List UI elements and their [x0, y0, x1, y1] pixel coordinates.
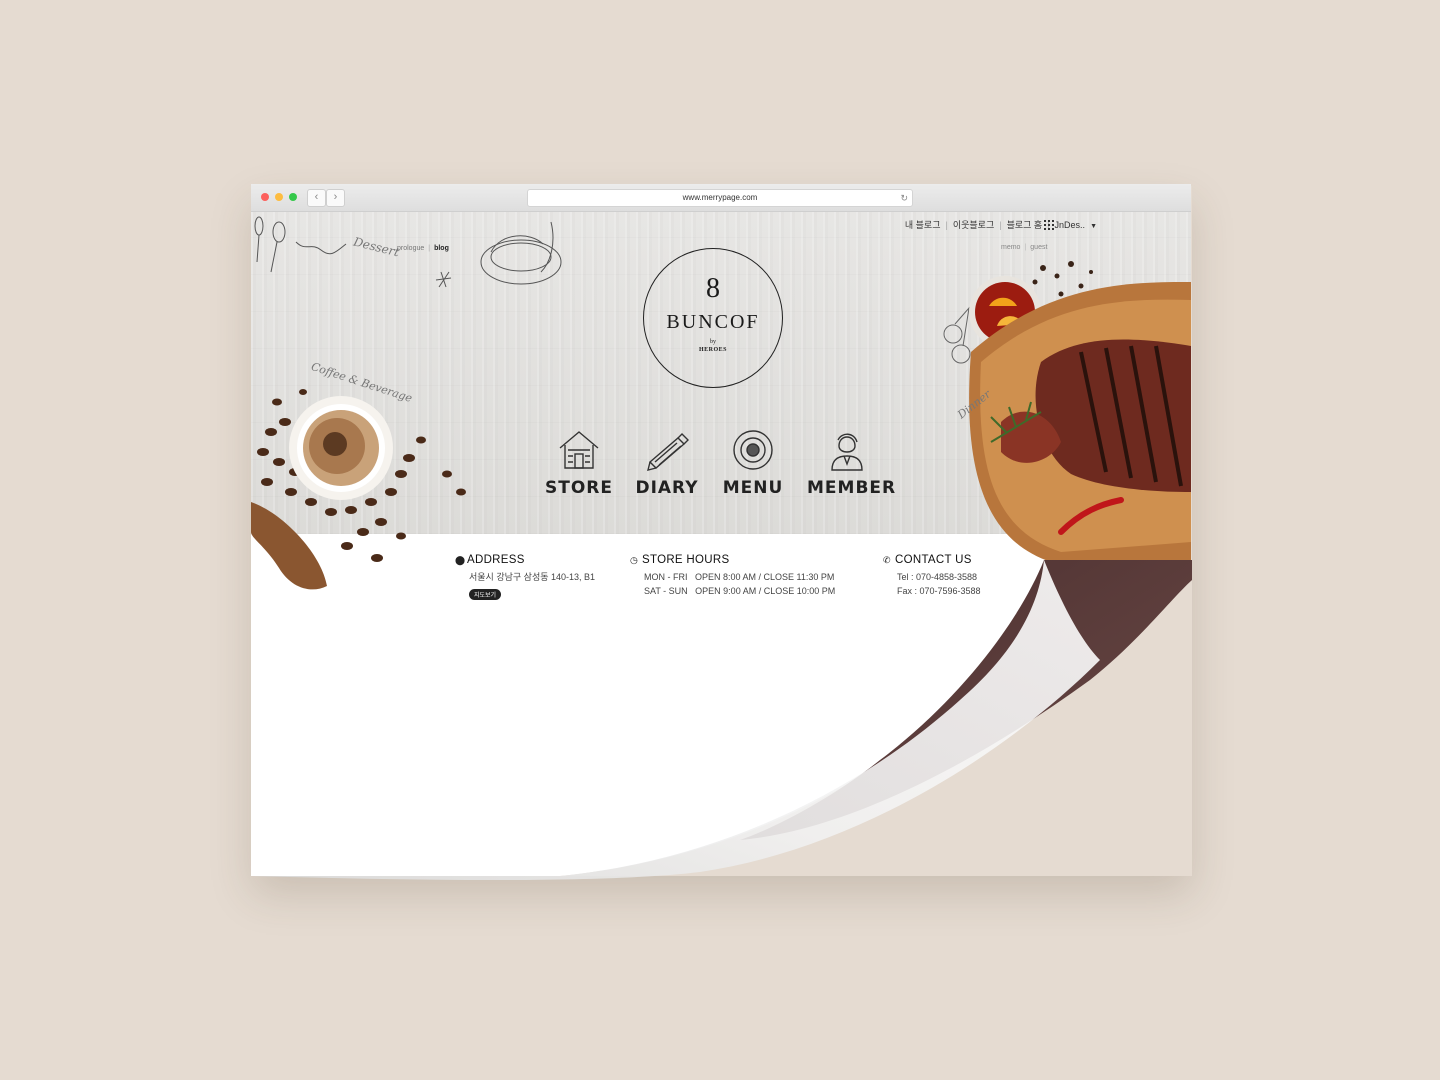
page-curl: [251, 560, 1192, 880]
